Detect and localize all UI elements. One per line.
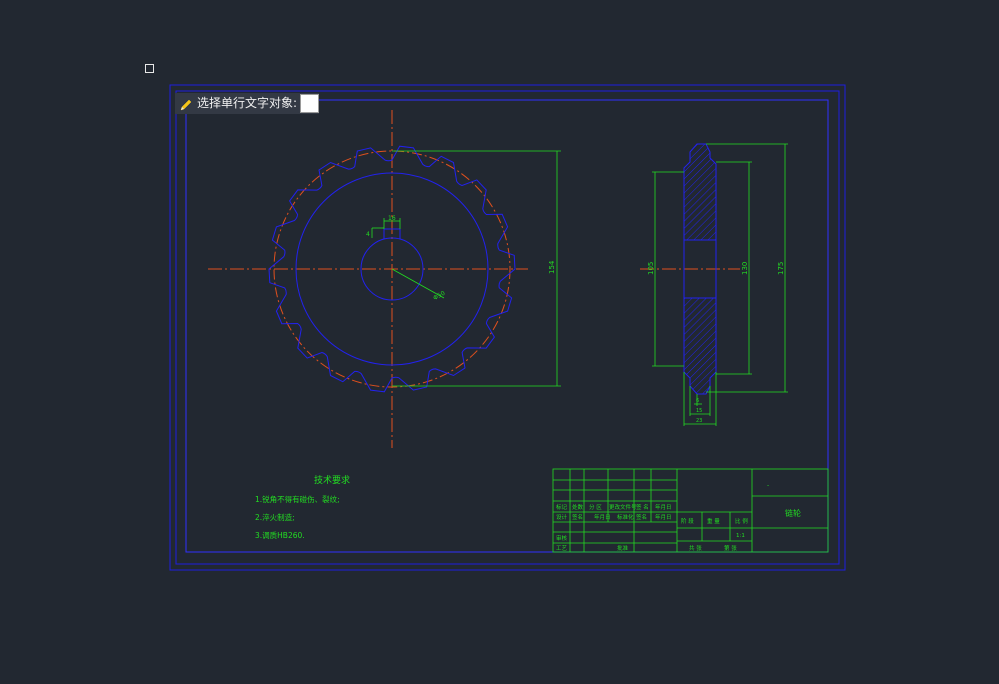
side-d2-dim: 130	[741, 262, 749, 275]
tech-requirements[interactable]: 技术要求 1.锐角不得有碰伤、裂纹; 2.淬火制造; 3.调质HB260.	[255, 474, 350, 540]
tb-sheet-no: 第 张	[724, 544, 737, 552]
bore-dim: Φ50	[432, 290, 446, 302]
side-view: 105 130 175 6 15 23	[640, 143, 788, 426]
tb-label-weight: 重 量	[707, 517, 720, 525]
key-depth-dim: 4	[366, 231, 370, 238]
tech-item-1[interactable]: 1.锐角不得有碰伤、裂纹;	[255, 494, 340, 504]
key-width-dim: 16	[388, 215, 396, 222]
tb-part-name[interactable]: 链轮	[785, 508, 801, 518]
selection-box[interactable]	[145, 64, 154, 73]
tb-label-sign3: 签名	[636, 513, 647, 521]
tb-dash: -	[767, 482, 769, 489]
side-d3-dim: 175	[777, 262, 785, 275]
tech-item-2[interactable]: 2.淬火制造;	[255, 512, 295, 522]
tb-label-sign2: 签名	[572, 513, 583, 521]
tb-label-approve: 批准	[617, 544, 629, 552]
side-lower-section	[683, 297, 717, 395]
tb-label-std: 标准化	[617, 513, 634, 521]
drawing-canvas[interactable]: 16 4 Φ50 154 105 130 175 6 15 23 技术要求 1.…	[0, 0, 999, 684]
tb-label-design: 设计	[556, 513, 568, 521]
tech-title[interactable]: 技术要求	[314, 474, 350, 486]
front-view: 16 4 Φ50 154	[208, 110, 561, 448]
title-block-text: 标记 处数 分 区 更改文件号 签 名 年月日 设计 签名 年月日 标准化 签名…	[556, 482, 801, 552]
drawing-border	[185, 99, 829, 553]
tb-label-zone: 分 区	[589, 503, 602, 511]
tb-label-process: 工艺	[556, 545, 568, 552]
tb-label-scale: 比 例	[735, 517, 748, 525]
tb-label-date2: 年月日	[594, 513, 611, 521]
tb-label-date: 年月日	[655, 503, 672, 511]
tb-label-mark: 标记	[556, 503, 568, 511]
prompt-input[interactable]	[300, 94, 320, 113]
tb-label-count: 处数	[572, 503, 584, 511]
side-w1-dim: 6	[696, 398, 699, 404]
side-upper-section	[683, 143, 717, 241]
tb-label-stage: 阶 段	[681, 517, 694, 525]
prompt-label: 选择单行文字对象:	[197, 96, 298, 110]
tb-scale-value: 1:1	[736, 533, 745, 539]
command-prompt: 选择单行文字对象:	[175, 93, 320, 114]
pencil-icon	[179, 97, 193, 111]
tb-sheet-total: 共 张	[689, 544, 702, 552]
tb-label-change: 更改文件号	[609, 503, 637, 511]
side-d1-dim: 105	[647, 262, 655, 275]
tb-label-sign: 签 名	[636, 503, 649, 511]
tb-label-date3: 年月日	[655, 513, 672, 521]
side-w3-dim: 23	[696, 418, 702, 424]
side-w2-dim: 15	[696, 408, 702, 414]
tb-label-review: 审核	[556, 534, 568, 542]
front-od-dim: 154	[548, 260, 556, 274]
tech-item-3[interactable]: 3.调质HB260.	[255, 530, 305, 540]
